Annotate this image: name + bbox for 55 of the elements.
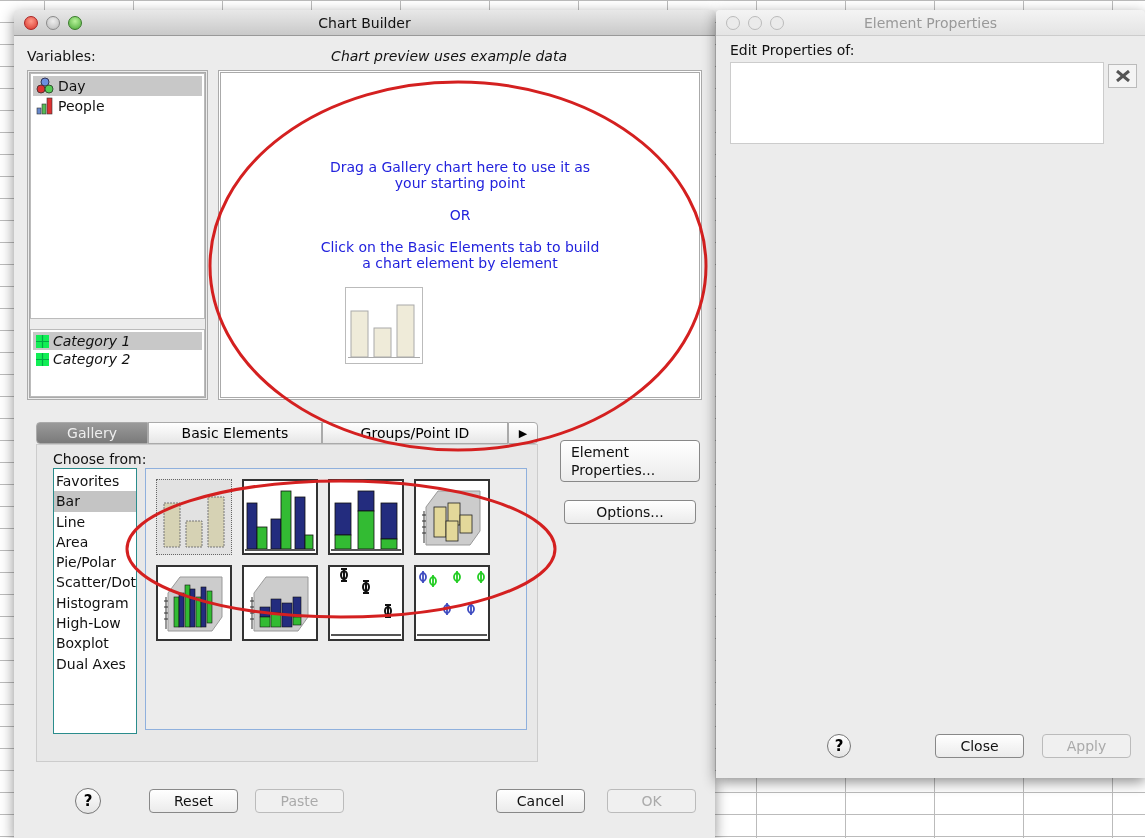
chart-thumbnail[interactable] — [242, 479, 318, 555]
grid-icon — [36, 334, 49, 348]
category-item[interactable]: Category 1 — [33, 332, 202, 350]
minimize-icon[interactable] — [46, 15, 60, 30]
help-button[interactable]: ? — [75, 788, 101, 814]
chart-type-item[interactable]: Dual Axes — [54, 653, 136, 674]
tab[interactable]: Basic Elements — [148, 422, 322, 444]
tab[interactable]: Groups/Point ID — [322, 422, 508, 444]
category-name: Category 1 — [53, 333, 131, 349]
chart-type-item[interactable]: High-Low — [54, 613, 136, 634]
side-button[interactable]: Options... — [564, 500, 696, 524]
chart-thumbnail[interactable] — [328, 479, 404, 555]
dialog-button[interactable]: Close — [935, 734, 1024, 758]
variables-label: Variables: — [27, 48, 96, 64]
choose-from-label: Choose from: — [53, 451, 147, 467]
delete-button[interactable] — [1108, 64, 1137, 88]
chart-type-item[interactable]: Histogram — [54, 592, 136, 614]
variable-item[interactable]: Day — [33, 76, 202, 96]
chart-type-item[interactable]: Pie/Polar — [54, 552, 136, 573]
circles-icon — [36, 77, 54, 95]
instruction-text: OR — [449, 207, 471, 223]
window-title: Element Properties — [862, 14, 999, 31]
instruction-text: Drag a Gallery chart here to use it as your starting point — [329, 159, 591, 191]
chart-type-item[interactable]: Favorites — [54, 471, 136, 492]
chart-type-item[interactable]: Boxplot — [54, 633, 136, 654]
category-name: Category 2 — [53, 351, 131, 367]
category-item[interactable]: Category 2 — [33, 350, 202, 368]
chart-thumbnail[interactable] — [414, 479, 490, 555]
bars-icon — [36, 97, 54, 115]
chart-type-item[interactable]: Scatter/Dot — [54, 572, 136, 593]
chart-thumbnail[interactable] — [156, 479, 232, 555]
zoom-icon[interactable] — [68, 15, 82, 30]
preview-caption: Chart preview uses example data — [331, 48, 567, 64]
tab-scroll-button[interactable]: ▶ — [508, 422, 538, 444]
help-button[interactable]: ? — [827, 734, 851, 758]
chart-type-item[interactable]: Line — [54, 511, 136, 532]
variable-name: Day — [58, 78, 86, 94]
variable-name: People — [58, 98, 105, 114]
instruction-text: Click on the Basic Elements tab to build a chart element by element — [320, 239, 600, 271]
chart-thumbnail[interactable] — [414, 565, 490, 641]
chart-thumbnail[interactable] — [328, 565, 404, 641]
close-icon — [1115, 70, 1130, 82]
bar-chart-icon — [345, 287, 423, 364]
variable-item[interactable]: People — [33, 96, 202, 116]
window-title: Chart Builder — [317, 14, 412, 31]
dialog-button[interactable]: Cancel — [496, 789, 585, 813]
chart-type-item[interactable]: Bar — [54, 491, 136, 512]
close-icon[interactable] — [24, 15, 38, 30]
grid-icon — [36, 352, 49, 366]
dialog-button[interactable]: Reset — [149, 789, 238, 813]
chart-type-item[interactable]: Area — [54, 531, 136, 553]
edit-properties-label: Edit Properties of: — [730, 42, 856, 58]
chart-thumbnail[interactable] — [242, 565, 318, 641]
side-button[interactable]: Element Properties... — [560, 440, 700, 482]
chart-thumbnail[interactable] — [156, 565, 232, 641]
